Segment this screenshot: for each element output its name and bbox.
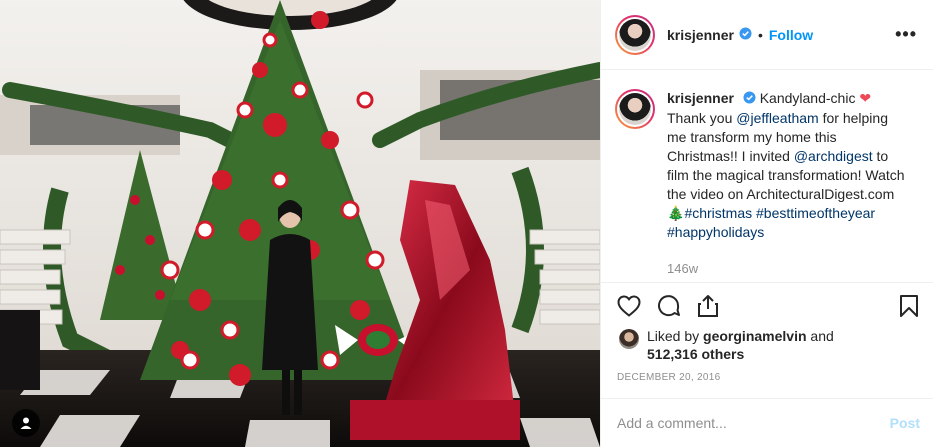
post-date[interactable]: DECEMBER 20, 2016	[617, 372, 720, 383]
separator-dot: •	[757, 26, 763, 43]
post-side-panel: krisjenner • Follow ••• krisjenner Kandy…	[600, 0, 933, 447]
caption-avatar[interactable]	[615, 89, 655, 129]
hashtag-link[interactable]: #christmas	[684, 205, 752, 221]
caption-age: 146w	[667, 260, 699, 276]
caption-text-segment: Kandyland-chic	[759, 90, 860, 106]
comment-input[interactable]	[617, 415, 890, 431]
mention-link[interactable]: @jeffleatham	[736, 110, 818, 126]
caption-text: krisjenner Kandyland-chic ❤ Thank you @j…	[667, 89, 907, 242]
likes-count[interactable]: 512,316 others	[647, 346, 744, 362]
post-comment-button[interactable]: Post	[890, 415, 920, 431]
post-header: krisjenner • Follow •••	[601, 0, 933, 70]
heart-emoji-icon: ❤	[859, 90, 872, 106]
username-link[interactable]: krisjenner	[667, 27, 734, 43]
comment-icon[interactable]	[657, 294, 681, 321]
christmas-tree-photo	[0, 0, 600, 447]
post-photo[interactable]	[0, 0, 600, 447]
christmas-tree-emoji-icon: 🎄	[667, 204, 685, 221]
likes-summary: Liked by georginamelvin and 512,316 othe…	[619, 327, 834, 363]
heart-icon[interactable]	[617, 294, 641, 320]
likes-prefix: Liked by	[647, 328, 704, 344]
divider	[601, 282, 933, 283]
share-icon[interactable]	[697, 294, 719, 321]
action-bar	[617, 292, 919, 322]
caption-block: krisjenner Kandyland-chic ❤ Thank you @j…	[601, 71, 933, 286]
mention-link[interactable]: @archdigest	[794, 148, 873, 164]
liker-avatar[interactable]	[619, 329, 639, 349]
avatar[interactable]	[615, 14, 655, 55]
hashtag-link[interactable]: #besttimeoftheyear	[756, 205, 875, 221]
comment-bar: Post	[601, 399, 933, 447]
user-tag-icon[interactable]	[12, 409, 40, 437]
liker-username[interactable]: georginamelvin	[703, 328, 806, 344]
likes-middle: and	[806, 328, 834, 344]
verified-badge-icon	[743, 90, 756, 109]
hashtag-link[interactable]: #happyholidays	[667, 224, 764, 240]
bookmark-icon[interactable]	[899, 294, 919, 321]
more-options-icon[interactable]: •••	[895, 24, 917, 45]
caption-username[interactable]: krisjenner	[667, 90, 734, 106]
verified-badge-icon	[739, 27, 752, 43]
caption-text-segment: Thank you	[667, 109, 737, 126]
follow-button[interactable]: Follow	[769, 27, 813, 43]
caption-body: Kandyland-chic ❤ Thank you @jeffleatham …	[667, 90, 905, 240]
